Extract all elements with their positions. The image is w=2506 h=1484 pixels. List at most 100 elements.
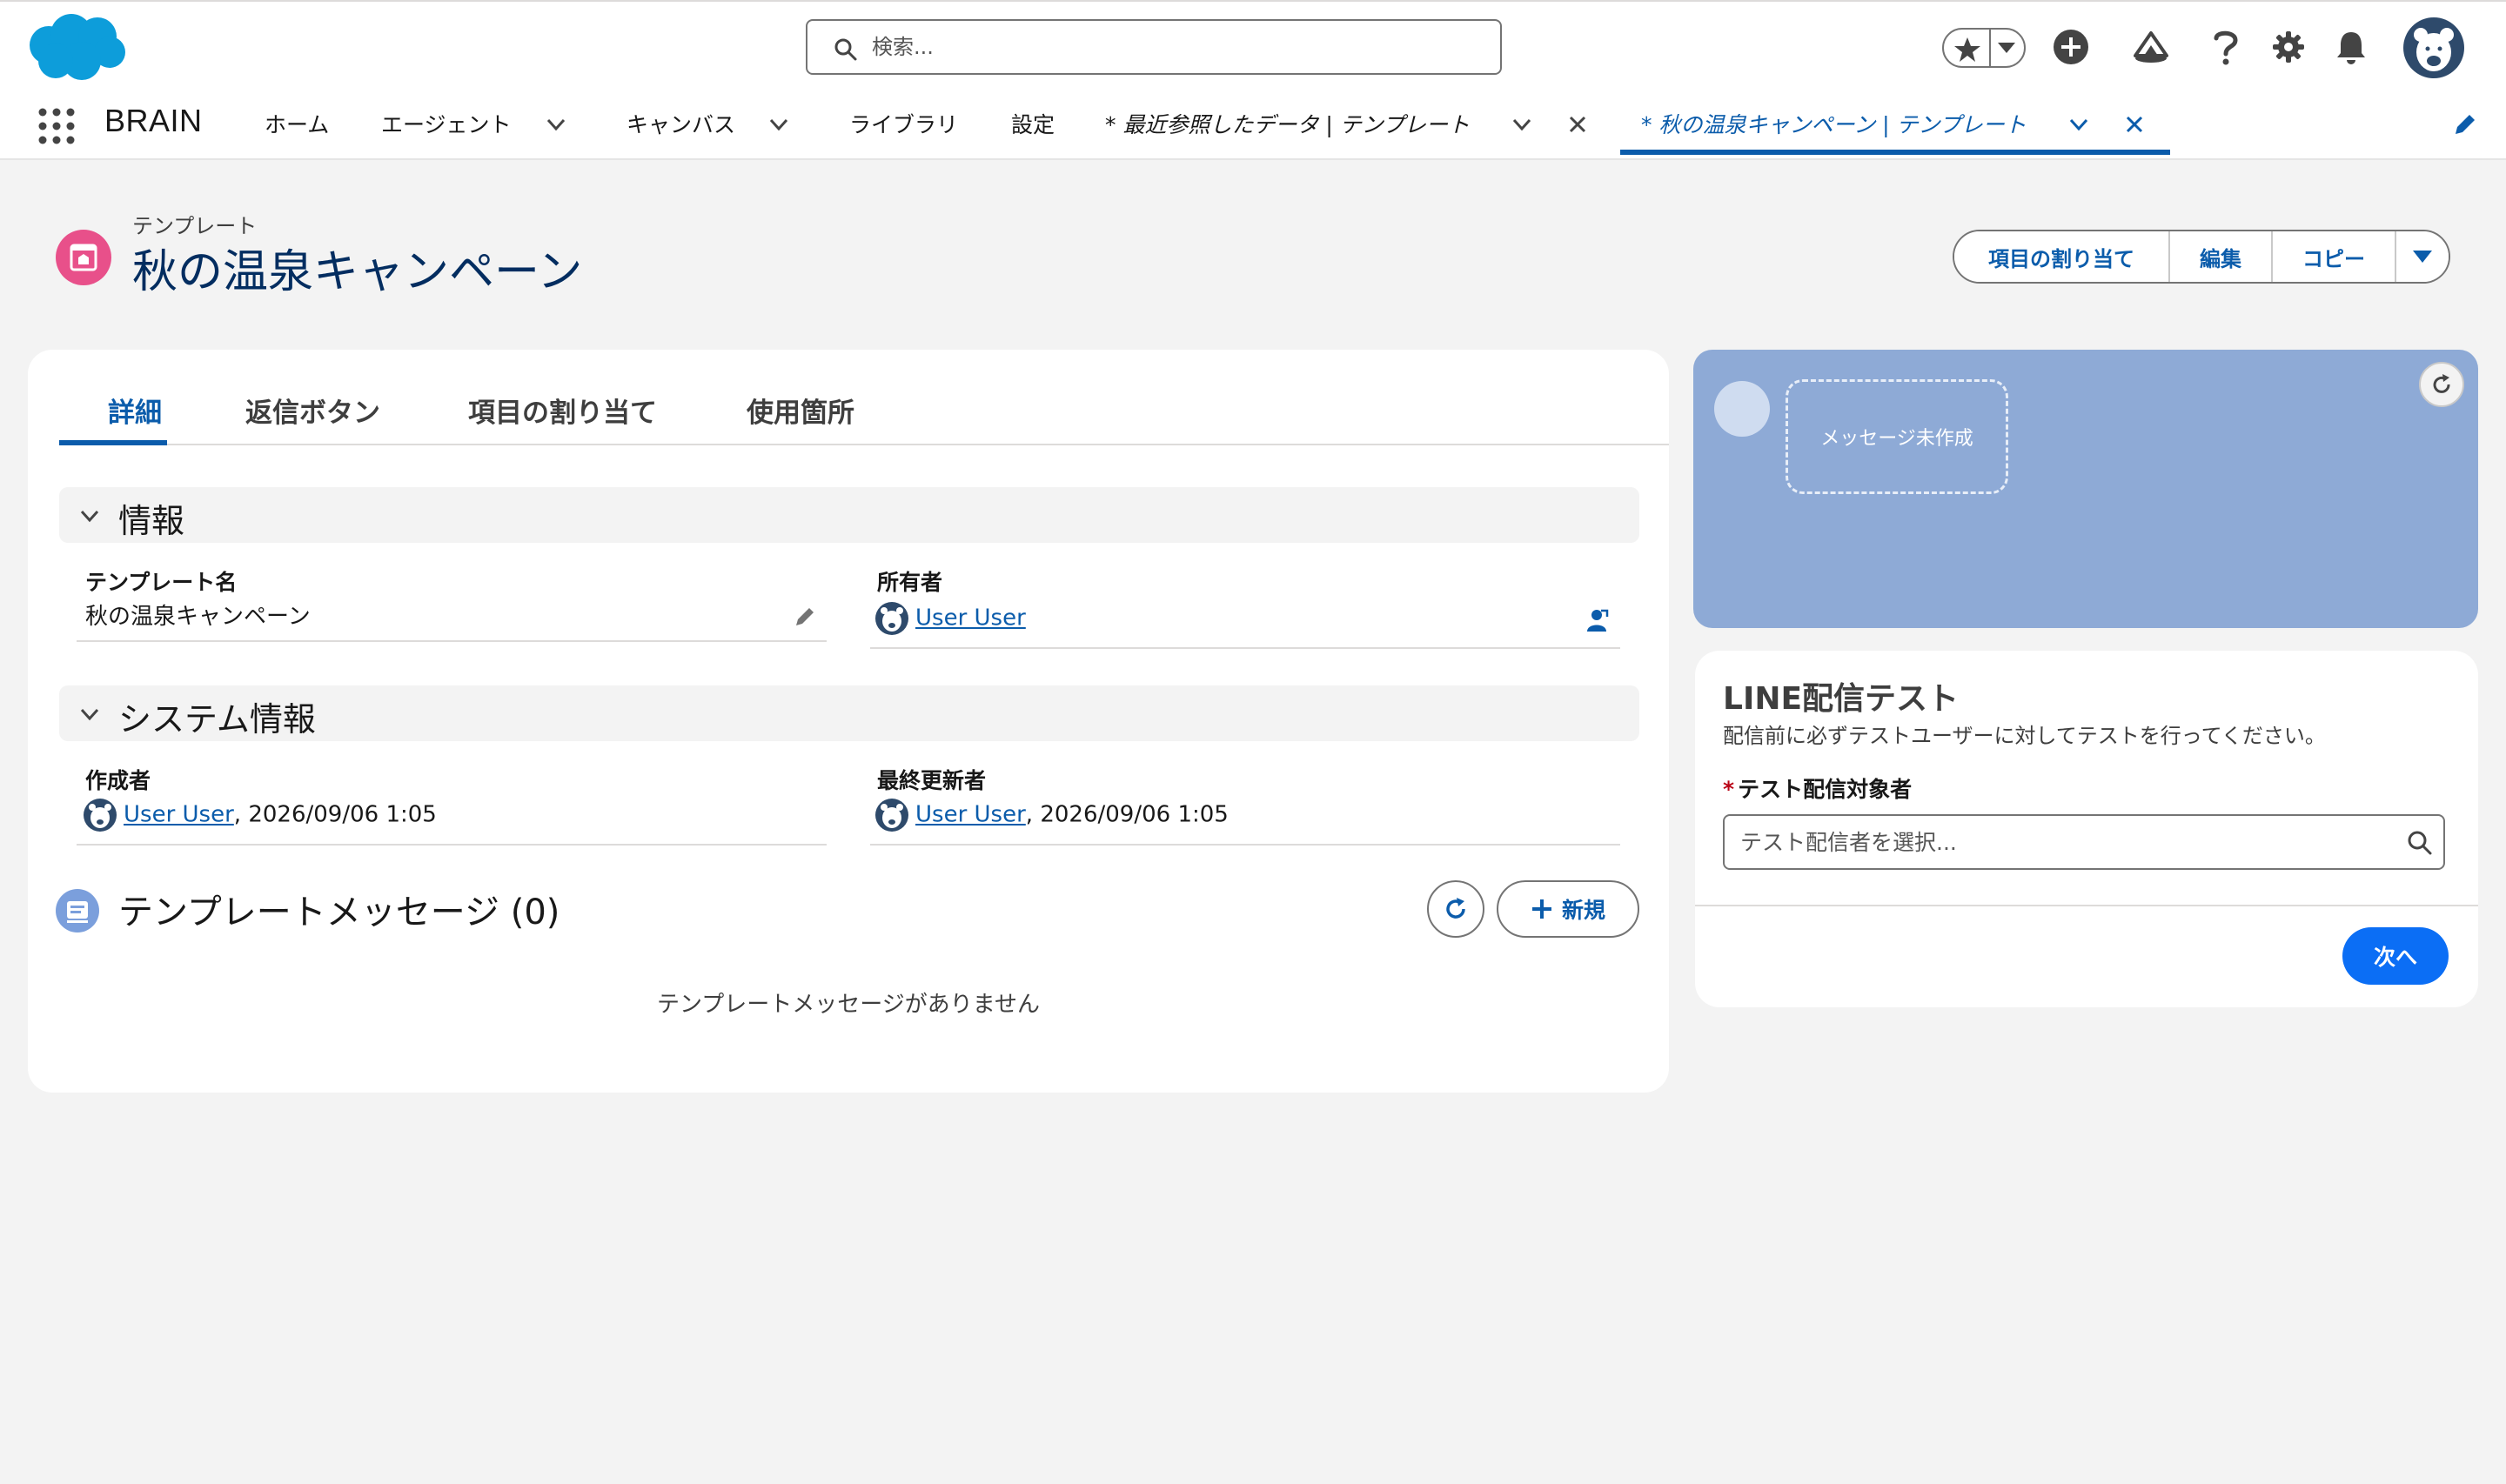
field-mapping-button[interactable]: 項目の割り当て (1954, 231, 2170, 282)
tab-reply-buttons[interactable]: 返信ボタン (245, 390, 380, 442)
nav-item-settings[interactable]: 設定 (1011, 106, 1055, 144)
tab-details[interactable]: 詳細 (108, 390, 162, 442)
created-date: , 2026/09/06 1:05 (233, 801, 437, 828)
tab-field-mapping[interactable]: 項目の割り当て (468, 390, 657, 442)
section-system-header[interactable]: システム情報 (59, 685, 1639, 741)
template-name-value: 秋の温泉キャンペーン (85, 604, 311, 630)
modified-by-link[interactable]: User User (915, 802, 1026, 828)
salesforce-cloud-logo[interactable] (26, 12, 129, 84)
preview-account-avatar (1714, 381, 1770, 437)
refresh-button[interactable] (1427, 880, 1484, 938)
active-tab-indicator (1620, 150, 2170, 155)
test-target-label-text: テスト配信対象者 (1738, 777, 1913, 802)
record-actions: 項目の割り当て 編集 コピー (1953, 230, 2450, 284)
refresh-icon (1446, 898, 1465, 919)
list-icon (67, 901, 88, 923)
section-title: システム情報 (118, 700, 316, 739)
global-search[interactable] (806, 19, 1502, 75)
active-tab-indicator (59, 440, 167, 445)
user-avatar[interactable] (2403, 17, 2464, 78)
gear-icon (2273, 31, 2304, 63)
caret-down-icon[interactable] (1998, 43, 2015, 53)
add-icon (2054, 30, 2088, 64)
section-title: 情報 (118, 502, 185, 540)
copy-button[interactable]: コピー (2273, 231, 2396, 282)
nav-item-canvas[interactable]: キャンバス (626, 106, 735, 144)
user-avatar-icon (84, 799, 117, 832)
more-actions-button[interactable] (2396, 231, 2449, 282)
test-card-description: 配信前に必ずテストユーザーに対してテストを行ってください。 (1723, 724, 2326, 748)
app-launcher-icon[interactable] (37, 106, 77, 146)
help-icon (2214, 30, 2238, 65)
field-divider (77, 844, 827, 846)
nav-item-library[interactable]: ライブラリ (849, 106, 958, 144)
tab-usage[interactable]: 使用箇所 (747, 390, 854, 442)
nav-tab-recent-templates[interactable]: * 最近参照したデータ | テンプレート (1105, 106, 1470, 144)
edit-nav-pencil-icon[interactable] (2452, 111, 2478, 137)
modified-by-value: User User, 2026/09/06 1:05 (875, 799, 1229, 832)
test-card-title: LINE配信テスト (1723, 681, 1960, 717)
nav-tab-autumn-onsen-template[interactable]: * 秋の温泉キャンペーン | テンプレート (1641, 106, 2027, 144)
chevron-down-icon[interactable] (1511, 113, 1533, 136)
chevron-down-icon[interactable] (78, 505, 101, 527)
trailhead-button[interactable] (2125, 21, 2177, 73)
refresh-icon (2433, 374, 2450, 393)
created-by-value: User User, 2026/09/06 1:05 (84, 799, 437, 832)
close-icon[interactable] (1566, 113, 1589, 136)
record-tabs: 詳細 返信ボタン 項目の割り当て 使用箇所 (59, 383, 1669, 445)
required-marker: * (1723, 777, 1735, 802)
created-by-link[interactable]: User User (124, 802, 234, 828)
chevron-down-icon[interactable] (78, 703, 101, 725)
global-actions-button[interactable] (2045, 21, 2097, 73)
global-header (0, 0, 2506, 90)
user-avatar-icon (875, 799, 908, 832)
new-message-button[interactable]: 新規 (1497, 880, 1639, 938)
nav-item-home[interactable]: ホーム (265, 106, 329, 144)
search-icon (834, 38, 857, 61)
search-input[interactable] (872, 28, 1481, 66)
next-button[interactable]: 次へ (2342, 927, 2449, 985)
chevron-down-icon[interactable] (767, 113, 790, 136)
field-divider (870, 844, 1620, 846)
field-divider (870, 647, 1620, 649)
line-message-preview: メッセージ未作成 (1693, 350, 2478, 628)
new-button-label: 新規 (1561, 898, 1605, 923)
change-owner-icon[interactable] (1584, 607, 1610, 633)
add-icon (1531, 899, 1551, 919)
bear-avatar-icon (2414, 28, 2454, 71)
notifications-button[interactable] (2325, 21, 2377, 73)
nav-item-agents[interactable]: エージェント (381, 106, 512, 144)
pencil-icon[interactable] (794, 604, 818, 628)
test-target-label: * テスト配信対象者 (1723, 772, 1912, 804)
created-by-label: 作成者 (85, 768, 151, 793)
template-icon (70, 244, 97, 271)
star-icon[interactable] (1953, 35, 1982, 64)
edit-button[interactable]: 編集 (2170, 231, 2273, 282)
caret-down-icon (2413, 251, 2432, 263)
template-record-icon (56, 230, 111, 285)
setup-button[interactable] (2262, 21, 2315, 73)
section-info-header[interactable]: 情報 (59, 487, 1639, 543)
related-list-title: テンプレートメッセージ (0) (118, 892, 560, 933)
page-title: 秋の温泉キャンペーン (132, 246, 583, 298)
template-name-label: テンプレート名 (85, 570, 238, 595)
test-target-input[interactable] (1740, 823, 2384, 861)
app-navigation-bar: BRAIN ホーム エージェント キャンバス ライブラリ 設定 * 最近参照した… (0, 90, 2506, 160)
test-target-lookup[interactable] (1723, 814, 2445, 870)
user-avatar-icon (875, 602, 908, 635)
search-icon[interactable] (2407, 830, 2433, 856)
owner-link[interactable]: User User (915, 605, 1026, 632)
favorites-button-group[interactable] (1942, 28, 2026, 68)
record-detail-card: 詳細 返信ボタン 項目の割り当て 使用箇所 情報 テンプレート名 秋の温泉キャン… (28, 350, 1669, 1093)
line-test-card: LINE配信テスト 配信前に必ずテストユーザーに対してテストを行ってください。 … (1695, 651, 2478, 1007)
card-divider (1695, 905, 2478, 906)
chevron-down-icon[interactable] (545, 113, 567, 136)
preview-refresh-button[interactable] (2419, 362, 2464, 407)
trailhead-icon (2134, 31, 2168, 63)
owner-value: User User (875, 602, 1026, 635)
close-icon[interactable] (2123, 113, 2146, 136)
modified-by-label: 最終更新者 (877, 768, 987, 793)
chevron-down-icon[interactable] (2067, 113, 2090, 136)
help-button[interactable] (2200, 21, 2252, 73)
template-message-list-icon (56, 889, 99, 933)
